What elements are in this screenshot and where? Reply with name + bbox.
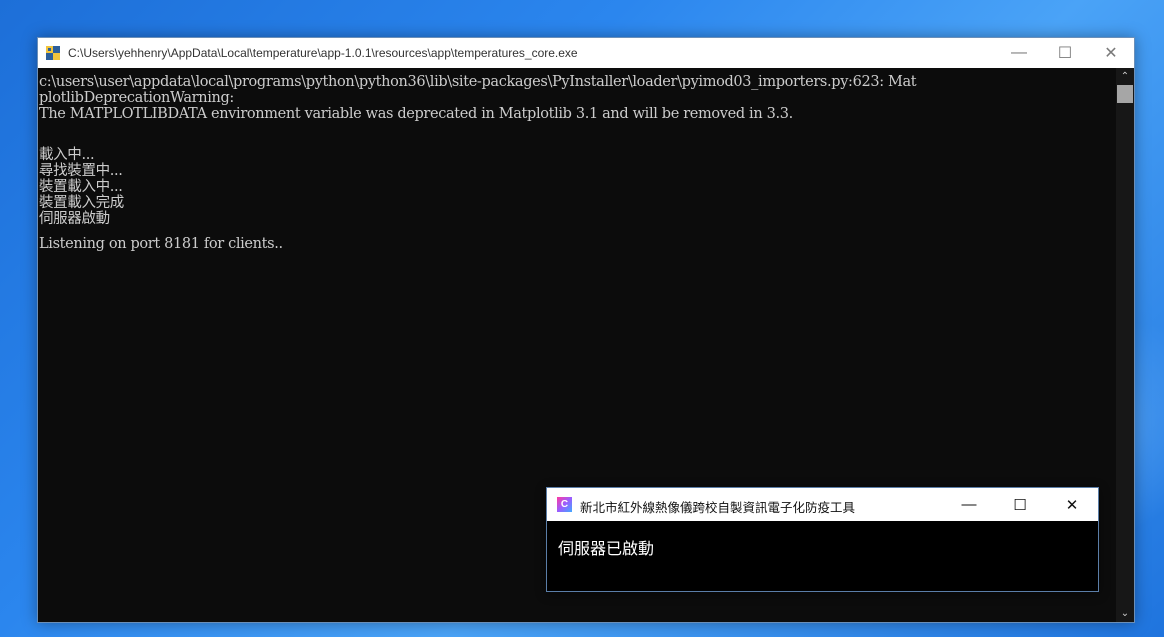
close-button[interactable]: ✕ [1088,38,1134,68]
app-window: C 新北市紅外線熱像儀跨校自製資訊電子化防疫工具 — ☐ ✕ 伺服器已啟動 [546,487,1099,592]
console-line: 載入中... [39,147,95,163]
scroll-up-arrow-icon[interactable]: ⌃ [1116,68,1134,85]
console-line: plotlibDeprecationWarning: [39,90,234,106]
maximize-button[interactable]: ☐ [1042,38,1088,68]
app-logo-icon: C [557,497,572,512]
vertical-scrollbar[interactable]: ⌃ ⌄ [1116,68,1134,622]
server-status-text: 伺服器已啟動 [558,541,655,558]
console-titlebar[interactable]: C:\Users\yehhenry\AppData\Local\temperat… [38,38,1134,68]
console-line: c:\users\user\appdata\local\programs\pyt… [39,74,917,90]
console-line: 裝置載入完成 [39,195,124,211]
scroll-down-arrow-icon[interactable]: ⌄ [1116,605,1134,622]
app-minimize-button[interactable]: — [946,488,992,521]
app-window-title: 新北市紅外線熱像儀跨校自製資訊電子化防疫工具 [580,501,856,515]
app-maximize-button[interactable]: ☐ [997,488,1043,521]
console-line: 尋找裝置中... [39,163,123,179]
app-close-button[interactable]: ✕ [1049,488,1095,521]
console-line: Listening on port 8181 for clients.. [39,236,283,252]
console-line: 伺服器啟動 [39,211,110,227]
python-app-icon [46,46,60,60]
scroll-thumb[interactable] [1117,85,1133,103]
console-line: The MATPLOTLIBDATA environment variable … [39,106,793,122]
app-window-titlebar[interactable]: C 新北市紅外線熱像儀跨校自製資訊電子化防疫工具 — ☐ ✕ [547,488,1098,521]
minimize-button[interactable]: — [996,38,1042,68]
console-window-title: C:\Users\yehhenry\AppData\Local\temperat… [68,46,578,60]
console-line: 裝置載入中... [39,179,123,195]
